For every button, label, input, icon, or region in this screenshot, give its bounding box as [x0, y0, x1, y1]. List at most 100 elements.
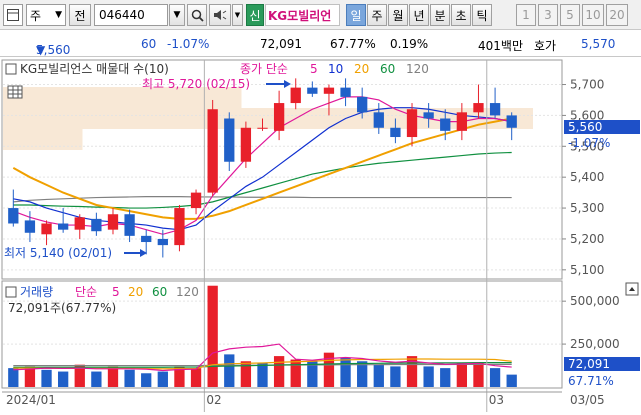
- candle-body: [124, 214, 135, 236]
- volume-bar: [190, 368, 202, 387]
- tab-period-1[interactable]: 주: [367, 4, 387, 26]
- candle-body: [473, 103, 484, 113]
- volume-bar: [473, 362, 484, 387]
- previous-button[interactable]: 전: [69, 4, 91, 26]
- candle-body: [107, 214, 119, 230]
- candle-body: [506, 115, 517, 128]
- market-type-value: 주: [30, 8, 42, 23]
- candle-body: [41, 223, 52, 235]
- volume-bar: [273, 356, 285, 387]
- price-tick-label: 5,100: [570, 263, 604, 277]
- tab-period-0[interactable]: 일: [346, 4, 366, 26]
- candle-body: [74, 217, 85, 230]
- price-ma-legend-item: 60: [380, 62, 395, 76]
- low-price-label: 최저 5,140 (02/01): [4, 246, 112, 260]
- candle-body: [489, 103, 501, 116]
- window-menu-icon[interactable]: [3, 4, 23, 26]
- stock-code-input[interactable]: 046440: [94, 4, 168, 26]
- candle-body: [456, 112, 468, 131]
- candle-body: [157, 238, 168, 246]
- price-tick-label: 5,200: [570, 232, 604, 246]
- volume-bar: [91, 371, 102, 387]
- current-price-tag-label: 5,560: [568, 120, 602, 134]
- tab-period-3[interactable]: 년: [409, 4, 429, 26]
- volume-bar: [423, 366, 434, 387]
- trade-amount: 401백만: [478, 39, 523, 53]
- candle-body: [357, 96, 368, 113]
- turnover-rate: 0.19%: [390, 37, 429, 51]
- tab-period-2[interactable]: 월: [388, 4, 408, 26]
- price-change-pct: -1.07%: [167, 37, 210, 51]
- candle-body: [57, 223, 69, 230]
- previous-label: 전: [74, 8, 86, 23]
- candle-body: [323, 87, 335, 94]
- expand-icon[interactable]: [625, 282, 639, 296]
- volume-panel-title: 거래량: [20, 285, 53, 299]
- volume-profile-band: [3, 108, 533, 129]
- tab-period-5[interactable]: 초: [451, 4, 471, 26]
- quote-bar: 5,560 ▼ 60 -1.07% 72,091 67.77% 0.19% 40…: [0, 31, 641, 57]
- search-button[interactable]: [187, 4, 207, 26]
- credit-badge-label: 신: [249, 8, 261, 23]
- interval-button-20[interactable]: 20: [606, 4, 628, 26]
- candle-body: [423, 112, 434, 119]
- candle-body: [224, 118, 235, 162]
- price-tick-label: 5,400: [570, 170, 604, 184]
- market-type-select[interactable]: 주 ▼: [26, 4, 66, 26]
- candle-body: [190, 192, 202, 209]
- x-axis-label: 03: [489, 393, 504, 407]
- stock-chart[interactable]: 5,7005,6005,5005,4005,3005,2005,100500,0…: [0, 58, 641, 412]
- chevron-down-icon: ▼: [234, 11, 241, 19]
- toolbar: 주 ▼ 전 046440 ▼ ▼ 신 KG모빌리언 일주월년분초틱 1 3 5 10 2…: [0, 0, 641, 30]
- period-tabs: 일주월년분초틱: [346, 4, 496, 26]
- interval-button-10[interactable]: 10: [582, 4, 604, 26]
- chart-area: 5,700 5,600 5,500 5,400 5,300 5,200 5,100 500,0…: [0, 58, 641, 412]
- grid-toggle-icon[interactable]: [7, 85, 23, 99]
- candle-body: [141, 235, 152, 243]
- interval-button-5[interactable]: 5: [560, 4, 580, 26]
- stock-name: KG모빌리언: [265, 4, 340, 26]
- volume-bar: [207, 285, 218, 387]
- credit-badge[interactable]: 신: [246, 4, 264, 26]
- volume-tick-label: 500,000: [570, 294, 620, 308]
- x-axis-label: 2024/01: [6, 393, 56, 407]
- volume-bar: [124, 369, 135, 387]
- volume-tick-label: 250,000: [570, 337, 620, 351]
- current-volume-tag-label: 72,091: [568, 357, 610, 371]
- price-tick-label: 5,700: [570, 78, 604, 92]
- interval-buttons: 1 3 5 10 20: [516, 4, 638, 26]
- candle-body: [8, 208, 19, 224]
- volume-current-label: 72,091주(67.77%): [8, 301, 116, 315]
- current-volume-pct-tag: 67.71%: [568, 374, 614, 388]
- volume-ma-legend-item: 120: [176, 285, 199, 299]
- interval-button-3[interactable]: 3: [538, 4, 558, 26]
- candle-body: [174, 208, 185, 246]
- price-ma-title: 종가 단순: [240, 62, 288, 76]
- candle-body: [273, 103, 285, 131]
- tab-period-4[interactable]: 분: [430, 4, 450, 26]
- stock-name-label: KG모빌리언: [268, 8, 332, 23]
- sound-button[interactable]: [209, 4, 231, 26]
- chevron-down-icon: ▼: [55, 10, 62, 20]
- high-price-label: 최고 5,720 (02/15): [142, 77, 250, 91]
- volume-bar: [506, 374, 517, 387]
- interval-button-1[interactable]: 1: [516, 4, 536, 26]
- search-icon: [191, 9, 204, 22]
- price-ma-legend-item: 5: [310, 62, 318, 76]
- volume-bar: [257, 362, 268, 387]
- volume-bar: [340, 357, 351, 387]
- tab-period-6[interactable]: 틱: [472, 4, 492, 26]
- price-ma-legend-item: 10: [328, 62, 343, 76]
- candle-body: [440, 118, 451, 131]
- sound-dropdown-button[interactable]: ▼: [232, 4, 243, 26]
- ask-price: 5,570: [581, 37, 616, 51]
- current-price-tag: 5,560: [564, 120, 640, 134]
- candle-body: [307, 87, 318, 94]
- volume-ma-legend-item: 5: [112, 285, 120, 299]
- candle-body: [91, 218, 102, 232]
- code-dropdown-button[interactable]: ▼: [169, 4, 185, 26]
- price-panel-title: KG모빌리언스 매물대 수(10): [20, 62, 169, 76]
- volume-bar: [8, 368, 19, 387]
- volume-bar: [440, 368, 451, 387]
- volume-bar: [157, 371, 168, 387]
